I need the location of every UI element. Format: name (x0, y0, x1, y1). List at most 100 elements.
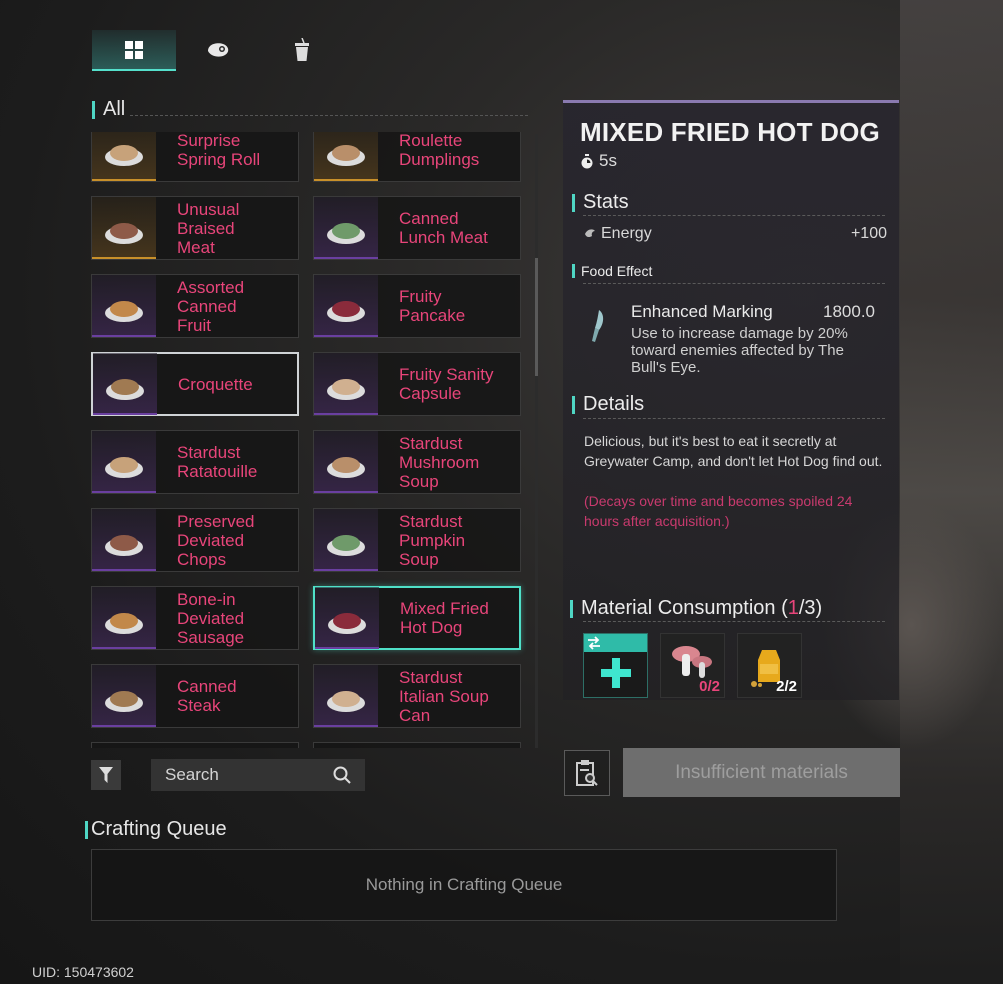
recipe-item-partial[interactable] (313, 742, 521, 748)
recipe-item[interactable]: Fruity Sanity Capsule (313, 352, 521, 416)
recipe-thumbnail (314, 509, 378, 571)
recipe-name: Unusual Braised Meat (177, 200, 239, 257)
recipe-name-line: Deviated (177, 608, 245, 628)
food-effect-title: Food Effect (581, 263, 653, 279)
list-section-title: All (103, 98, 126, 120)
recipe-item[interactable]: Preserved Deviated Chops (91, 508, 299, 572)
recipe-name-line: Lunch Meat (399, 228, 488, 247)
recipe-item[interactable]: Stardust Mushroom Soup (313, 430, 521, 494)
stats-section-label: Stats (572, 191, 629, 214)
tab-all[interactable] (92, 30, 176, 71)
recipe-item[interactable]: Croquette (91, 352, 299, 416)
search-icon[interactable] (333, 766, 351, 784)
food-effect-section-label: Food Effect (572, 263, 652, 279)
recipe-title: MIXED FRIED HOT DOG (580, 117, 880, 147)
recipe-thumbnail (92, 509, 156, 571)
recipe-thumbnail (92, 587, 156, 649)
recipe-item[interactable]: Stardust Italian Soup Can (313, 664, 521, 728)
dagger-effect-icon (592, 310, 604, 342)
recipe-info-button[interactable] (564, 750, 610, 796)
recipe-name-line: Ratatouille (177, 462, 258, 481)
recipe-name-line: Hot Dog (400, 618, 463, 637)
recipe-name: Stardust Ratatouille (177, 443, 257, 481)
recipe-name-line: Unusual (177, 199, 240, 219)
food-icon (327, 457, 365, 478)
stat-name: Energy (601, 225, 652, 242)
stopwatch-icon (581, 153, 593, 168)
search-input[interactable]: Search (151, 759, 365, 791)
recipe-item[interactable]: Assorted Canned Fruit (91, 274, 299, 338)
craft-button[interactable]: Insufficient materials (623, 748, 900, 797)
food-icon (105, 535, 143, 556)
divider (583, 621, 885, 622)
materials-row: 0/2 2/2 (583, 633, 802, 698)
recipe-name-line: Surprise (177, 132, 241, 150)
recipe-name-line: Soup (399, 549, 439, 569)
recipe-name-line: Steak (177, 696, 221, 715)
effect-value: 1800.0 (823, 302, 875, 321)
material-consumption-label: Material Consumption (1/3) (570, 597, 822, 620)
background-blur-right (900, 0, 1003, 984)
recipe-name: Canned Lunch Meat (399, 209, 488, 247)
recipe-item[interactable]: Unusual Braised Meat (91, 196, 299, 260)
recipe-name-line: Capsule (399, 384, 462, 403)
recipe-item[interactable]: Roulette Dumplings (313, 132, 521, 182)
recipe-name-line: Sausage (177, 627, 245, 647)
material-slot-mushroom[interactable]: 0/2 (660, 633, 725, 698)
recipe-item-partial[interactable] (91, 742, 299, 748)
recipe-name-line: Canned (399, 209, 459, 228)
food-icon (327, 535, 365, 556)
recipe-name-line: Mushroom (399, 452, 480, 472)
recipe-name-line: Stardust (399, 433, 463, 453)
food-icon (327, 691, 365, 712)
food-icon (327, 223, 365, 244)
clipboard-search-icon (576, 760, 598, 786)
accent-bar (572, 395, 575, 414)
recipe-name-line: Fruit (177, 315, 211, 335)
add-material-slot[interactable] (583, 633, 648, 698)
divider (130, 115, 528, 116)
recipe-name-line: Preserved (177, 511, 255, 531)
tab-food[interactable] (176, 30, 260, 70)
recipe-item[interactable]: Bone-in Deviated Sausage (91, 586, 299, 650)
recipe-name: Canned Steak (177, 677, 237, 715)
food-icon (327, 379, 365, 400)
material-slot-oil[interactable]: 2/2 (737, 633, 802, 698)
recipe-item[interactable]: Stardust Ratatouille (91, 430, 299, 494)
material-label-prefix: Material Consumption ( (581, 597, 788, 619)
recipe-item[interactable]: Surprise Spring Roll (91, 132, 299, 182)
recipe-item[interactable]: Canned Lunch Meat (313, 196, 521, 260)
material-label-suffix: /3) (798, 597, 823, 619)
recipe-name-line: Spring Roll (177, 150, 261, 169)
accent-bar (572, 264, 575, 278)
recipe-name-line: Croquette (178, 374, 253, 394)
recipe-name-line: Dumplings (399, 150, 480, 169)
divider (583, 215, 885, 216)
list-scrollbar-thumb[interactable] (535, 258, 538, 376)
recipe-name-line: Chops (177, 549, 227, 569)
search-placeholder: Search (165, 765, 219, 784)
grid-icon (125, 41, 143, 59)
filter-icon (99, 767, 113, 783)
recipe-item[interactable]: Canned Steak (91, 664, 299, 728)
recipe-name-line: Canned (177, 677, 237, 696)
recipe-name: Fruity Pancake (399, 287, 465, 325)
recipe-item[interactable]: Mixed Fried Hot Dog (313, 586, 521, 650)
recipe-item[interactable]: Stardust Pumpkin Soup (313, 508, 521, 572)
recipe-name-line: Assorted (177, 277, 245, 297)
tab-drinks[interactable] (260, 30, 344, 70)
filter-button[interactable] (91, 760, 121, 790)
recipe-name-line: Mixed Fried (400, 599, 489, 618)
recipe-thumbnail (92, 275, 156, 337)
details-title: Details (583, 393, 645, 415)
details-warning: (Decays over time and becomes spoiled 24… (584, 493, 853, 529)
recipe-name: Assorted Canned Fruit (177, 278, 244, 335)
list-section-label: All (92, 98, 125, 121)
recipe-item[interactable]: Fruity Pancake (313, 274, 521, 338)
recipe-name-line: Soup (399, 471, 439, 491)
recipe-thumbnail (314, 132, 378, 181)
food-icon (105, 301, 143, 322)
stats-title: Stats (583, 191, 629, 213)
effect-description: Use to increase damage by 20% toward ene… (631, 325, 848, 376)
material-count: 0/2 (699, 678, 720, 695)
